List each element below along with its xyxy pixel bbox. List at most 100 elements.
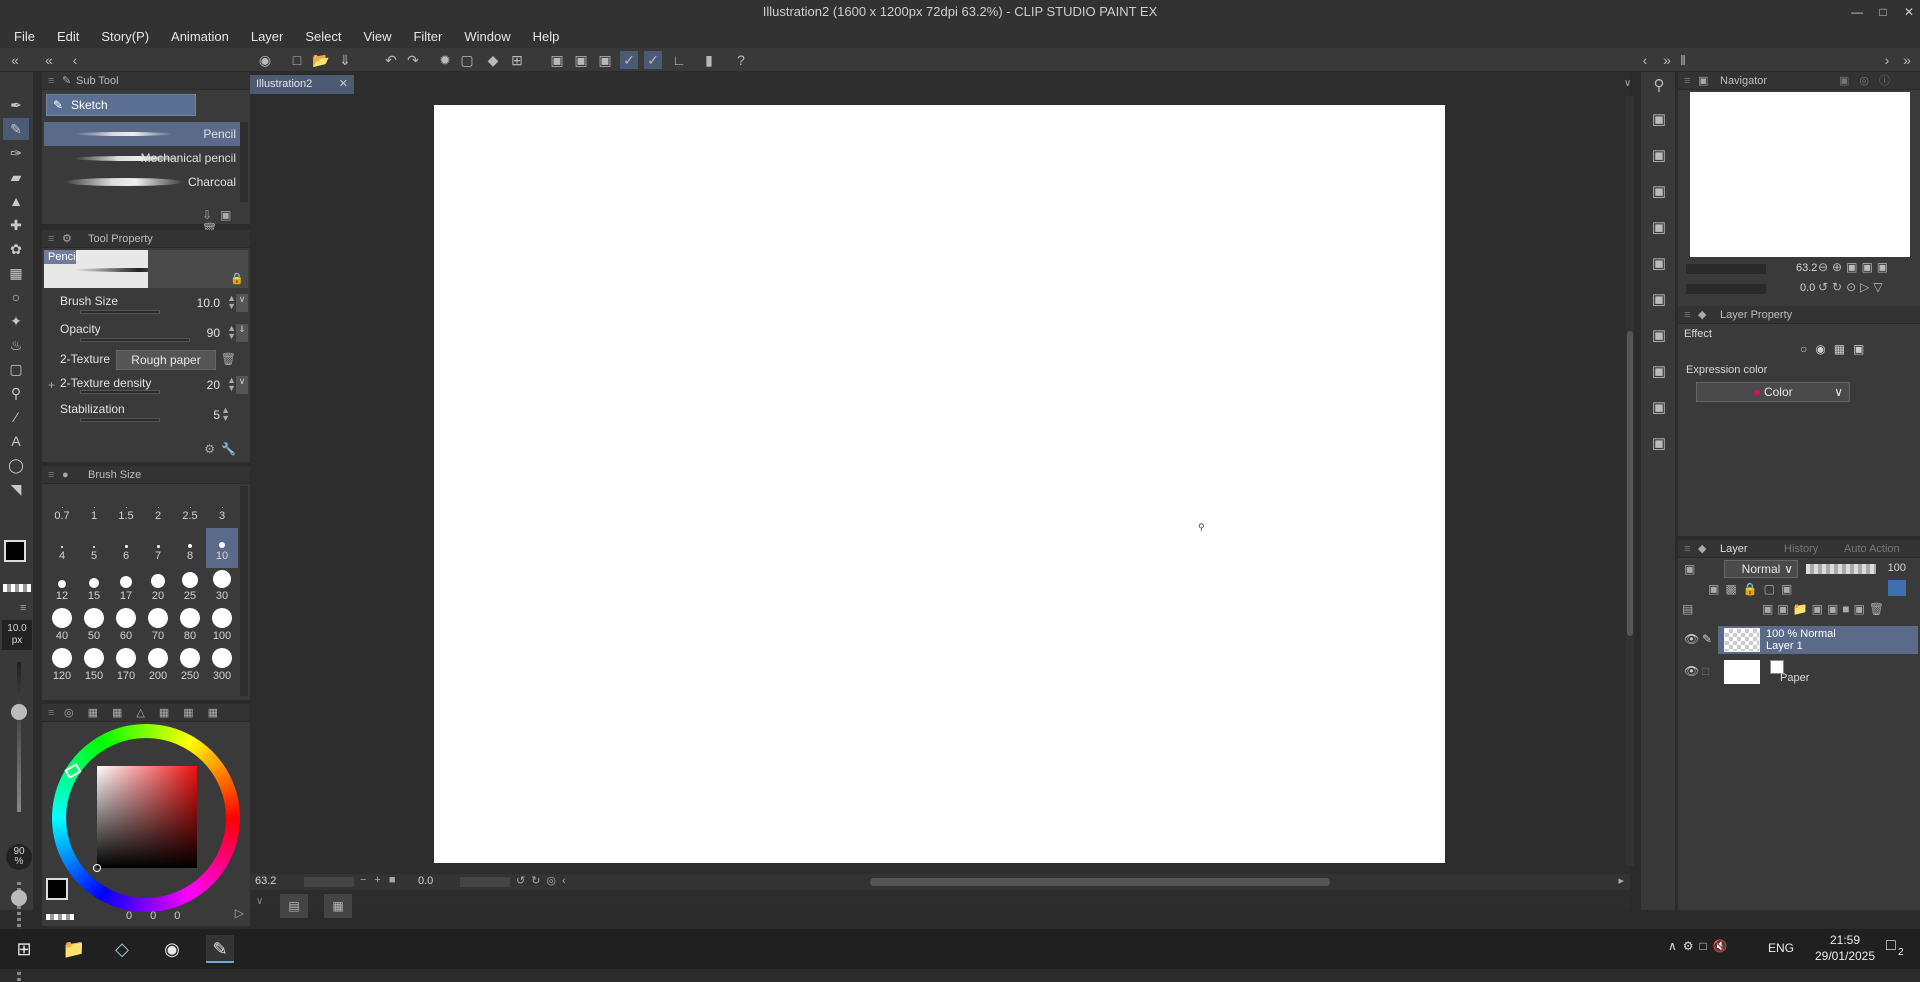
brush-size-option[interactable]: 2.5 (174, 488, 206, 528)
fill-tool-icon[interactable]: ♨ (3, 334, 29, 356)
material-icon[interactable]: ▣ (1647, 252, 1671, 276)
brush-tool-icon[interactable]: ✑ (3, 142, 29, 164)
brush-size-option[interactable]: 20 (142, 568, 174, 608)
drawing-canvas[interactable] (434, 105, 1445, 863)
layer-color-icon[interactable] (1888, 580, 1906, 596)
menu-filter[interactable]: Filter (402, 29, 453, 44)
material-icon[interactable]: ▣ (1647, 144, 1671, 168)
clip-studio-icon[interactable]: ◉ (158, 935, 186, 963)
grip-icon[interactable]: ≡ (1684, 540, 1690, 558)
clock[interactable]: 21:59 29/01/2025 (1810, 932, 1880, 964)
menu-help[interactable]: Help (522, 29, 571, 44)
move-tool-icon[interactable]: ✚ (3, 214, 29, 236)
menu-layer[interactable]: Layer (240, 29, 295, 44)
opacity-slider[interactable] (80, 338, 190, 342)
text-tool-icon[interactable]: A (3, 430, 29, 452)
blend-mode-select[interactable]: Normal ∨ (1724, 560, 1798, 578)
snap-grid-icon[interactable]: ∟ (670, 51, 688, 69)
expand-icon[interactable]: + (48, 378, 55, 392)
vertical-scrollbar[interactable] (1626, 96, 1634, 866)
material-icon[interactable]: ▣ (1647, 180, 1671, 204)
zoom-value[interactable]: 63.2 (255, 875, 276, 887)
navigator-zoom-value[interactable]: 63.2 (1796, 262, 1817, 274)
notifications-icon[interactable]: □ (1886, 937, 1896, 955)
zoom-slider[interactable] (304, 877, 354, 887)
snap-special-icon[interactable]: ✓ (644, 51, 662, 69)
brush-size-option[interactable]: 0.7 (46, 488, 78, 528)
stepper-icon[interactable]: ▲ ▼ (227, 324, 236, 341)
brush-size-option[interactable]: 150 (78, 648, 110, 688)
fill-icon[interactable]: ◆ (484, 51, 502, 69)
slider-toggle-icon[interactable]: ≡ (20, 602, 26, 614)
brush-size-option[interactable]: 1.5 (110, 488, 142, 528)
navigator-zoom-slider[interactable] (1686, 264, 1766, 274)
angle-value[interactable]: 0.0 (418, 875, 433, 887)
brush-item-pencil[interactable]: Pencil (44, 122, 244, 146)
menu-file[interactable]: File (0, 29, 46, 44)
transform-icon[interactable]: ⊞ (508, 51, 526, 69)
maximize-icon[interactable]: □ (1872, 0, 1894, 24)
selection-invert-icon[interactable]: ▣ (572, 51, 590, 69)
brush-size-option[interactable]: 50 (78, 608, 110, 648)
transparent-swatch[interactable] (3, 584, 31, 592)
brush-size-option[interactable]: 170 (110, 648, 142, 688)
clear-icon[interactable]: ▢ (458, 51, 476, 69)
new-file-icon[interactable]: □ (288, 51, 306, 69)
brush-size-value[interactable]: 10.0 (197, 296, 220, 310)
stepper-icon[interactable]: ▲ ▼ (227, 294, 236, 311)
system-tray-icons[interactable]: ∧⚙□🔇 (1668, 939, 1734, 953)
tool-property-footer-icons[interactable]: ⚙🔧 (204, 442, 242, 456)
grip-icon[interactable]: ≡ (48, 466, 54, 484)
grip-icon[interactable]: ≡ (48, 704, 54, 722)
brush-size-option[interactable]: 5 (78, 528, 110, 568)
texture-density-slider[interactable] (80, 390, 160, 394)
layer-opacity-value[interactable]: 100 (1888, 562, 1906, 574)
trash-icon[interactable]: 🗑 (221, 352, 236, 366)
brush-size-option[interactable]: 200 (142, 648, 174, 688)
close-icon[interactable]: ✕ (1898, 0, 1920, 24)
grip-icon[interactable]: ≡ (48, 230, 54, 248)
stepper-icon[interactable]: ▲ ▼ (221, 406, 230, 423)
navigator-tab-icons[interactable]: ▣◎ⓘ (1839, 72, 1900, 90)
sub-tool-group-button[interactable]: ✎ Sketch (46, 94, 196, 116)
tab-menu-icon[interactable]: ∨ (1624, 78, 1631, 89)
material-icon[interactable]: ▣ (1647, 216, 1671, 240)
brush-size-option[interactable]: 300 (206, 648, 238, 688)
scroll-right-icon[interactable]: ▸ (1618, 874, 1624, 887)
grip-icon[interactable]: ≡ (48, 72, 54, 90)
collapse-down-icon[interactable]: ∨ (256, 896, 263, 907)
language-indicator[interactable]: ENG (1768, 941, 1794, 955)
material-icon[interactable]: ▣ (1647, 108, 1671, 132)
brush-size-option[interactable]: 80 (174, 608, 206, 648)
opacity-pressure-icon[interactable]: ⇓ (236, 324, 248, 342)
menu-animation[interactable]: Animation (160, 29, 240, 44)
brush-size-slider[interactable] (80, 310, 160, 314)
stabilization-value[interactable]: 5 (213, 408, 220, 422)
main-color-swatch[interactable] (46, 878, 68, 900)
timeline-toggle-icon[interactable]: ▤ (280, 894, 308, 918)
opacity-slider-thumb[interactable] (11, 890, 27, 906)
size-slider-thumb[interactable] (11, 704, 27, 720)
zoom-buttons[interactable]: −+■ (360, 874, 404, 886)
open-file-icon[interactable]: 📂 (312, 51, 330, 69)
app-icon[interactable]: ◇ (108, 935, 136, 963)
clip-studio-paint-icon[interactable]: ✎ (206, 935, 234, 963)
brush-size-option[interactable]: 1 (78, 488, 110, 528)
brush-size-option[interactable]: 2 (142, 488, 174, 528)
eyedropper-icon[interactable]: ⚲ (3, 382, 29, 404)
color-tab-icons[interactable]: ◎▦▦△▦▦▦ (64, 704, 232, 722)
minimize-icon[interactable]: — (1846, 0, 1868, 24)
line-tool-icon[interactable]: ∕ (3, 406, 29, 428)
texture-select[interactable]: Rough paper (116, 350, 216, 370)
brush-size-option[interactable]: 12 (46, 568, 78, 608)
opacity-value[interactable]: 90 (207, 326, 220, 340)
visibility-eye-icon[interactable]: 👁 (1684, 632, 1699, 646)
tab-history[interactable]: History (1784, 540, 1818, 558)
layer-blend-icon[interactable]: ▣ (1684, 562, 1695, 576)
angle-slider[interactable] (460, 877, 510, 887)
gradient-tool-icon[interactable]: ▢ (3, 358, 29, 380)
document-tab[interactable]: Illustration2 ✕ (250, 75, 354, 94)
brush-size-option[interactable]: 8 (174, 528, 206, 568)
help-icon[interactable]: ? (732, 51, 750, 69)
brush-size-option[interactable]: 4 (46, 528, 78, 568)
